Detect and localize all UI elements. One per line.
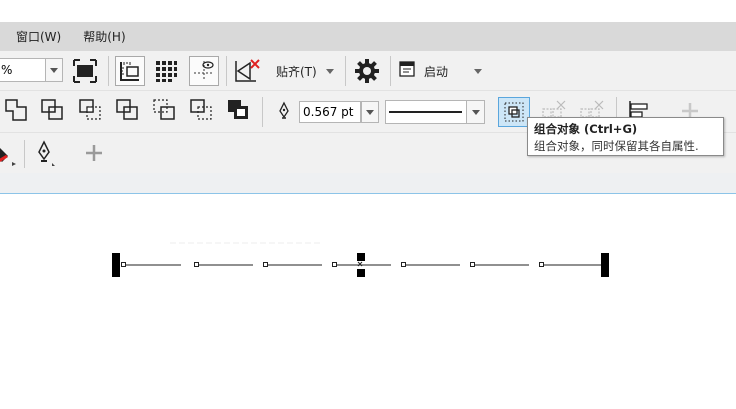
- group-objects-tooltip: 组合对象 (Ctrl+G) 组合对象，同时保留其各自属性.: [527, 117, 724, 156]
- selected-lines-drawing[interactable]: [0, 195, 736, 409]
- tooltip-description: 组合对象，同时保留其各自属性.: [534, 139, 699, 153]
- group-objects-icon[interactable]: [498, 97, 530, 127]
- boundary-icon[interactable]: [224, 96, 252, 124]
- front-minus-back-icon[interactable]: [150, 96, 178, 124]
- line-style-preview: [389, 111, 462, 113]
- zoom-level-input[interactable]: %: [0, 58, 46, 82]
- launch-label[interactable]: 启动: [424, 63, 448, 80]
- menu-window[interactable]: 窗口(W): [16, 28, 61, 45]
- intersect-icon[interactable]: [76, 96, 104, 124]
- menu-help[interactable]: 帮助(H): [83, 28, 125, 45]
- zoom-dropdown-button[interactable]: [45, 58, 63, 82]
- add-tool-plus-icon[interactable]: [80, 139, 108, 167]
- weld-icon[interactable]: [2, 96, 30, 124]
- drawing-canvas[interactable]: [0, 195, 736, 409]
- grid-icon[interactable]: [152, 57, 180, 85]
- fill-tool-icon[interactable]: [0, 139, 22, 167]
- app-window: 窗口(W) 帮助(H) % 贴齐(T) 启动 0.567 pt 组合对象 (Ct…: [0, 0, 736, 409]
- full-screen-icon[interactable]: [71, 57, 99, 85]
- tooltip-title: 组合对象 (Ctrl+G): [534, 122, 638, 136]
- trim-icon[interactable]: [38, 96, 66, 124]
- menu-bar: 窗口(W) 帮助(H): [0, 22, 736, 51]
- back-minus-front-icon[interactable]: [187, 96, 215, 124]
- pen-icon[interactable]: [30, 139, 58, 167]
- launch-icon[interactable]: [395, 57, 419, 81]
- ruler-area: [0, 173, 736, 194]
- line-style-dropdown-button[interactable]: [466, 101, 484, 123]
- rulers-icon[interactable]: [115, 56, 145, 86]
- snap-to-label[interactable]: 贴齐(T): [276, 63, 317, 80]
- launch-dropdown-caret[interactable]: [474, 69, 482, 74]
- simplify-icon[interactable]: [113, 96, 141, 124]
- snap-dropdown-caret[interactable]: [326, 69, 334, 74]
- line-style-select[interactable]: [385, 100, 485, 124]
- snap-off-icon[interactable]: [234, 57, 262, 85]
- gear-icon[interactable]: [352, 56, 382, 86]
- outline-pen-icon[interactable]: [272, 98, 296, 124]
- guidelines-icon[interactable]: [189, 56, 219, 86]
- outline-width-input[interactable]: 0.567 pt: [299, 101, 361, 123]
- outline-width-dropdown[interactable]: [361, 101, 379, 123]
